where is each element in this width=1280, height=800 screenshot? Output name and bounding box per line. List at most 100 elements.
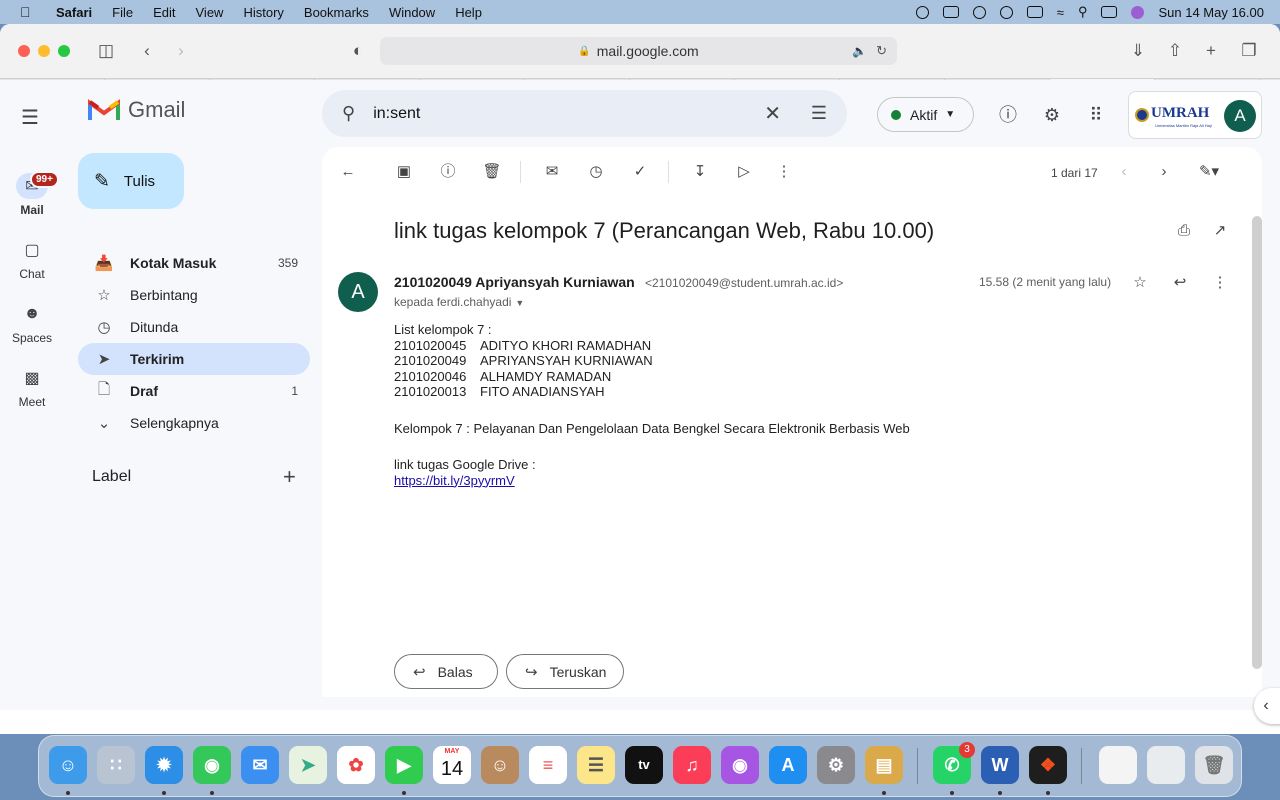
snooze-icon[interactable]: ◷ xyxy=(586,162,606,182)
search-options-icon[interactable]: ☰ xyxy=(811,103,827,124)
compose-button[interactable]: ✎ Tulis xyxy=(78,153,184,209)
play-icon[interactable] xyxy=(999,5,1013,19)
open-new-window-icon[interactable]: ↗ xyxy=(1210,221,1230,241)
main-menu-icon[interactable]: ☰ xyxy=(21,105,43,130)
podcasts-icon[interactable]: ◉ xyxy=(721,746,759,784)
spotlight-icon[interactable]: ⚲ xyxy=(1078,4,1088,20)
sidebar-toggle-icon[interactable]: ◫ xyxy=(96,41,116,61)
account-avatar[interactable]: A xyxy=(1224,100,1256,132)
search-bar[interactable]: ⚲ in:sent ✕ ☰ xyxy=(322,90,847,137)
nav-item[interactable]: 🗋 Draf 1 xyxy=(78,375,310,407)
gmail-logo[interactable]: Gmail xyxy=(88,97,185,123)
nav-item[interactable]: 📥 Kotak Masuk 359 xyxy=(78,247,310,279)
reminders-icon[interactable]: ≡ xyxy=(529,746,567,784)
previous-icon[interactable]: ‹ xyxy=(1114,162,1134,182)
nav-item[interactable]: ➤ Terkirim xyxy=(78,343,310,375)
archive-utility-icon[interactable]: ▤ xyxy=(865,746,903,784)
reply-icon[interactable]: ↩ xyxy=(1170,273,1190,293)
search-input[interactable]: in:sent xyxy=(373,105,420,123)
music-icon[interactable]: ♫ xyxy=(673,746,711,784)
menu-window[interactable]: Window xyxy=(389,5,435,20)
vpn-icon[interactable] xyxy=(972,5,986,19)
nav-item[interactable]: ⌄ Selengkapnya xyxy=(78,407,310,439)
settings-gear-icon[interactable]: ⚙ xyxy=(1040,103,1064,127)
sender-avatar[interactable]: A xyxy=(338,272,378,312)
word-icon[interactable]: W xyxy=(981,746,1019,784)
messages-icon[interactable]: ◉ xyxy=(193,746,231,784)
finder-icon[interactable]: ☺ xyxy=(49,746,87,784)
notes-icon[interactable]: ☰ xyxy=(577,746,615,784)
nav-item[interactable]: ☆ Berbintang xyxy=(78,279,310,311)
address-bar[interactable]: 🔒 mail.google.com 🔈 ↻ xyxy=(380,37,897,65)
control-icon[interactable] xyxy=(915,5,929,19)
facetime-icon[interactable]: ▶ xyxy=(385,746,423,784)
menu-file[interactable]: File xyxy=(112,5,133,20)
more-icon[interactable]: ⋮ xyxy=(1210,273,1230,293)
print-icon[interactable]: ⎙ xyxy=(1174,221,1194,241)
forward-button[interactable]: ↪ Teruskan xyxy=(506,654,624,689)
tab-overview-icon[interactable]: ❐ xyxy=(1239,41,1259,61)
downloads-icon[interactable]: ⇓ xyxy=(1128,41,1148,61)
zoom-window-button[interactable] xyxy=(58,45,70,57)
battery-icon[interactable] xyxy=(1026,6,1043,18)
contacts-icon[interactable]: ☺ xyxy=(481,746,519,784)
launchpad-icon[interactable]: ∷ xyxy=(97,746,135,784)
help-icon[interactable]: ⓘ xyxy=(996,103,1020,127)
reply-button[interactable]: ↩ Balas xyxy=(394,654,498,689)
next-icon[interactable]: › xyxy=(1154,162,1174,182)
star-icon[interactable]: ☆ xyxy=(1130,273,1150,293)
apple-tv-icon[interactable]: tv xyxy=(625,746,663,784)
wifi-icon[interactable]: ≈ xyxy=(1057,5,1064,20)
add-label-icon[interactable]: + xyxy=(283,464,296,490)
safari-icon[interactable]: ✹ xyxy=(145,746,183,784)
minimize-window-button[interactable] xyxy=(38,45,50,57)
back-to-list-icon[interactable]: ← xyxy=(338,162,358,182)
menu-app-name[interactable]: Safari xyxy=(56,5,92,20)
report-spam-icon[interactable]: ⓘ xyxy=(438,162,458,182)
rail-spaces[interactable]: ☻ Spaces xyxy=(0,301,64,345)
figma-icon[interactable]: ❖ xyxy=(1029,746,1067,784)
account-switcher[interactable]: UMRAH Universitas Maritim Raja Ali Haji … xyxy=(1128,91,1262,139)
archive-icon[interactable]: ▣ xyxy=(394,162,414,182)
rail-meet[interactable]: ▩ Meet xyxy=(0,365,64,409)
display-icon[interactable] xyxy=(942,6,959,18)
siri-icon[interactable] xyxy=(1131,5,1145,19)
share-icon[interactable]: ⇧ xyxy=(1165,41,1185,61)
input-tools-icon[interactable]: ✎▾ xyxy=(1192,162,1226,182)
trash-icon[interactable]: 🗑 xyxy=(1195,746,1233,784)
status-selector[interactable]: Aktif ▼ xyxy=(877,97,974,132)
scrollbar[interactable] xyxy=(1252,216,1262,669)
close-window-button[interactable] xyxy=(18,45,30,57)
label-icon[interactable]: ▷ xyxy=(734,162,754,182)
menu-help[interactable]: Help xyxy=(455,5,482,20)
system-settings-icon[interactable]: ⚙ xyxy=(817,746,855,784)
apps-grid-icon[interactable]: ⠿ xyxy=(1084,103,1108,127)
clear-search-icon[interactable]: ✕ xyxy=(764,101,781,126)
back-nav-icon[interactable]: ‹ xyxy=(137,41,157,61)
menu-history[interactable]: History xyxy=(243,5,283,20)
privacy-shield-icon[interactable]: ◐ xyxy=(348,41,368,61)
rail-chat[interactable]: ▢ Chat xyxy=(0,237,64,281)
recipient-line[interactable]: kepada ferdi.chahyadi ▼ xyxy=(394,295,524,309)
add-task-icon[interactable]: ✓ xyxy=(630,162,650,182)
maps-icon[interactable]: ➤ xyxy=(289,746,327,784)
drive-link[interactable]: https://bit.ly/3pyyrmV xyxy=(394,473,515,488)
audio-icon[interactable]: 🔈 xyxy=(852,44,867,58)
delete-icon[interactable]: 🗑 xyxy=(482,162,502,182)
mark-unread-icon[interactable]: ✉ xyxy=(542,162,562,182)
mail-app-icon[interactable]: ✉ xyxy=(241,746,279,784)
screenshot-thumbnail-icon[interactable] xyxy=(1147,746,1185,784)
app-store-icon[interactable]: A xyxy=(769,746,807,784)
more-actions-icon[interactable]: ⋮ xyxy=(774,162,794,182)
menu-edit[interactable]: Edit xyxy=(153,5,175,20)
rail-mail[interactable]: ✉ 99+ Mail xyxy=(0,171,64,217)
menu-bookmarks[interactable]: Bookmarks xyxy=(304,5,369,20)
photos-icon[interactable]: ✿ xyxy=(337,746,375,784)
nav-item[interactable]: ◷ Ditunda xyxy=(78,311,310,343)
reload-icon[interactable]: ↻ xyxy=(876,43,887,59)
calendar-icon[interactable]: MAY 14 xyxy=(433,746,471,784)
menu-view[interactable]: View xyxy=(196,5,224,20)
control-center-icon[interactable] xyxy=(1101,6,1118,18)
apple-menu-icon[interactable]:  xyxy=(20,4,36,20)
move-to-icon[interactable]: ↧ xyxy=(690,162,710,182)
